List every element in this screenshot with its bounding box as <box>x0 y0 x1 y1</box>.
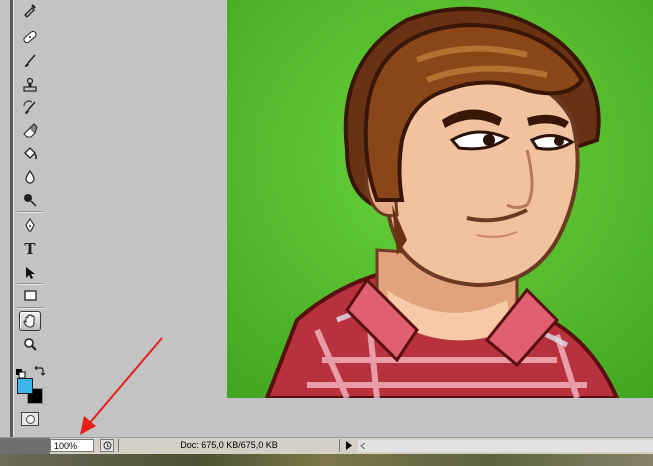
hand-tool[interactable] <box>19 311 41 331</box>
drop-icon <box>25 169 35 184</box>
dodge-tool[interactable] <box>19 190 41 210</box>
history-brush-icon <box>23 100 36 114</box>
history-brush-tool[interactable] <box>19 98 41 118</box>
hand-icon <box>23 314 35 328</box>
desktop-background-strip <box>0 454 653 466</box>
brush-icon <box>25 54 36 67</box>
eyedropper-tool[interactable] <box>19 0 41 20</box>
status-bar-pad <box>0 438 50 454</box>
path-selection-tool[interactable] <box>19 263 41 283</box>
toolbox: T <box>0 0 46 437</box>
pen-icon <box>25 218 35 232</box>
scroll-left-icon <box>360 442 366 450</box>
rectangle-icon <box>24 290 37 301</box>
play-arrow-icon <box>345 441 352 450</box>
dodge-icon <box>24 194 37 207</box>
clone-stamp-tool[interactable] <box>19 75 41 95</box>
healing-brush-tool[interactable] <box>19 27 41 47</box>
blur-tool[interactable] <box>19 167 41 187</box>
status-menu-button[interactable] <box>342 439 354 452</box>
toolbox-edge <box>10 0 14 437</box>
quick-mask-icon <box>25 414 35 424</box>
paint-bucket-tool[interactable] <box>19 144 41 164</box>
horizontal-scrollbar[interactable] <box>358 440 653 452</box>
quick-mask-button[interactable] <box>21 412 39 426</box>
eraser-tool[interactable] <box>19 121 41 141</box>
cartoon-man-portrait <box>227 0 653 398</box>
eyedropper-icon <box>24 4 36 18</box>
bandage-icon <box>23 30 37 44</box>
document-size-info: Doc: 675,0 KB/675,0 KB <box>118 439 340 452</box>
zoom-level-field[interactable]: 100% <box>50 439 94 452</box>
status-bar: 100% Doc: 675,0 KB/675,0 KB <box>0 437 653 454</box>
magnifier-icon <box>24 338 37 351</box>
pen-tool[interactable] <box>19 215 41 235</box>
eraser-icon <box>23 123 38 138</box>
stamp-icon <box>23 77 37 92</box>
toolbox-separator <box>17 307 43 309</box>
swap-colors-button[interactable] <box>33 362 46 376</box>
swap-arrow-icon <box>34 365 46 376</box>
brush-tool[interactable] <box>19 51 41 71</box>
arrow-icon <box>26 267 35 279</box>
type-tool[interactable]: T <box>19 239 41 259</box>
type-icon: T <box>24 240 36 258</box>
rectangle-tool[interactable] <box>19 285 41 305</box>
status-info-button[interactable] <box>100 439 114 452</box>
default-colors-button[interactable] <box>16 364 26 379</box>
toolbox-separator <box>17 211 43 213</box>
info-icon <box>103 441 111 450</box>
foreground-color-swatch[interactable] <box>17 378 33 394</box>
canvas-image[interactable] <box>227 0 653 398</box>
bucket-icon <box>24 147 37 160</box>
zoom-tool[interactable] <box>19 334 41 354</box>
